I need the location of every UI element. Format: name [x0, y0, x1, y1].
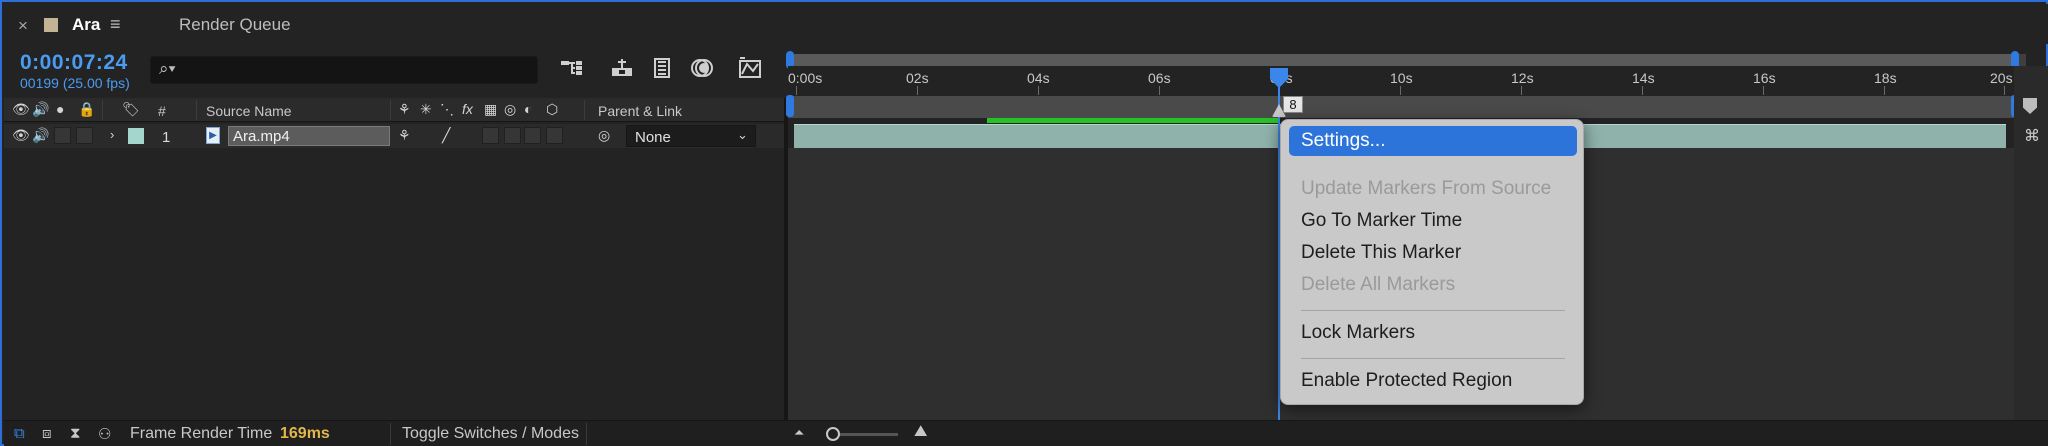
- ruler-tick-label: 02s: [906, 70, 929, 86]
- collapse-switch-icon[interactable]: ✳: [420, 101, 432, 118]
- composition-color-swatch: [44, 18, 58, 32]
- layer-name-field[interactable]: Ara.mp4: [228, 126, 390, 146]
- chevron-down-icon: ⌄: [737, 127, 748, 142]
- menu-item-settings[interactable]: Settings...: [1289, 126, 1577, 156]
- layer-switch-box[interactable]: [482, 127, 499, 144]
- menu-separator: [1301, 310, 1565, 311]
- frame-blending-icon[interactable]: [648, 56, 676, 82]
- timeline-bottom-bar: ⧉ ⧈ ⧗ ⚇ Frame Render Time 169ms Toggle S…: [4, 420, 2048, 446]
- effects-switch-icon[interactable]: fx: [462, 101, 473, 117]
- ruler-tick-label: 0:00s: [788, 70, 823, 86]
- ruler-tick-label: 06s: [1148, 70, 1171, 86]
- cache-indicator: [987, 118, 1279, 123]
- video-toggle-icon[interactable]: 👁: [12, 101, 30, 118]
- parent-dropdown[interactable]: None ⌄: [626, 125, 756, 147]
- panel-menu-icon[interactable]: ≡: [110, 14, 121, 35]
- menu-separator: [1301, 358, 1565, 359]
- frame-render-time-value: 169ms: [280, 425, 330, 442]
- transfer-controls-toggle-icon[interactable]: ⧈: [42, 425, 52, 442]
- search-icon: ⌕▾: [159, 59, 176, 78]
- layer-switch-box[interactable]: [546, 127, 563, 144]
- close-tab-icon[interactable]: ×: [18, 16, 28, 36]
- label-tag-icon[interactable]: 🏷: [122, 101, 140, 118]
- layer-lock-box[interactable]: [76, 127, 93, 144]
- tab-ara[interactable]: Ara: [72, 15, 100, 35]
- shy-switch-icon[interactable]: ⚘: [398, 101, 411, 118]
- ruler-tick-label: 04s: [1027, 70, 1050, 86]
- layer-switch-box[interactable]: [504, 127, 521, 144]
- menu-item-enable-protected-region[interactable]: Enable Protected Region: [1289, 366, 1577, 396]
- 3d-layer-switch-icon[interactable]: ⬡: [546, 101, 558, 118]
- time-navigator-range[interactable]: [792, 54, 2018, 66]
- quality-switch-icon[interactable]: ⋱: [440, 101, 454, 118]
- comp-flowchart-toggle-icon[interactable]: ⌘: [2024, 126, 2040, 146]
- draft-3d-icon[interactable]: [608, 56, 636, 82]
- expand-layer-chevron-icon[interactable]: ›: [110, 127, 114, 142]
- toggle-switches-modes-button[interactable]: Toggle Switches / Modes: [402, 425, 579, 443]
- zoom-in-icon[interactable]: ⛰: [914, 423, 927, 441]
- search-input[interactable]: ⌕▾: [150, 56, 538, 84]
- panel-tab-bar: × Ara ≡ Render Queue: [4, 4, 2048, 44]
- timeline-panel: × Ara ≡ Render Queue 0:00:07:24 00199 (2…: [0, 0, 2048, 446]
- motion-blur-icon[interactable]: [688, 56, 716, 82]
- ruler-tick-label: 10s: [1390, 70, 1413, 86]
- frame-render-time-label: Frame Render Time: [130, 425, 273, 442]
- layer-audio-toggle-icon[interactable]: 🔊: [32, 127, 49, 144]
- menu-item-go-to-marker-time[interactable]: Go To Marker Time: [1289, 206, 1577, 236]
- layer-quality-switch-icon[interactable]: ╱: [442, 127, 450, 144]
- layer-row[interactable]: 👁 🔊 › 1 ▶ Ara.mp4 ⚘ ╱ ◎ None ⌄: [4, 124, 786, 148]
- layer-video-toggle-icon[interactable]: 👁: [12, 127, 30, 144]
- motion-blur-switch-icon[interactable]: ◎: [504, 101, 516, 118]
- composition-flowchart-icon[interactable]: [558, 56, 586, 82]
- layer-solo-box[interactable]: [54, 127, 71, 144]
- work-area-bar[interactable]: [788, 96, 2014, 118]
- parent-link-header[interactable]: Parent & Link: [598, 103, 682, 119]
- layer-shy-switch-icon[interactable]: ⚘: [398, 127, 411, 144]
- ruler-tick-label: 14s: [1632, 70, 1655, 86]
- menu-item-lock-markers[interactable]: Lock Markers: [1289, 318, 1577, 348]
- frame-blend-switch-icon[interactable]: ▦: [484, 101, 497, 118]
- layer-switch-box[interactable]: [524, 127, 541, 144]
- ruler-tick-label: 16s: [1753, 70, 1776, 86]
- source-name-header[interactable]: Source Name: [206, 103, 292, 119]
- layer-switches-toggle-icon[interactable]: ⧉: [14, 425, 25, 442]
- timeline-zoom-slider[interactable]: [834, 433, 898, 436]
- layer-label-color-swatch[interactable]: [128, 128, 144, 144]
- marker-context-menu: Settings... Update Markers From Source G…: [1280, 119, 1584, 405]
- ruler-tick-label: 12s: [1511, 70, 1534, 86]
- menu-item-delete-this-marker[interactable]: Delete This Marker: [1289, 238, 1577, 268]
- ruler-tick-label: 18s: [1874, 70, 1897, 86]
- tab-render-queue[interactable]: Render Queue: [179, 15, 291, 35]
- parent-pick-whip-icon[interactable]: ◎: [598, 127, 610, 144]
- layer-number-header: #: [158, 103, 166, 119]
- timeline-zoom-slider-handle[interactable]: [826, 427, 840, 441]
- footage-file-icon: ▶: [206, 127, 220, 144]
- work-area-start-handle[interactable]: [786, 95, 794, 117]
- adjustment-layer-switch-icon[interactable]: ◐: [524, 101, 532, 117]
- lock-icon[interactable]: 🔒: [78, 101, 95, 118]
- parent-dropdown-value: None: [635, 129, 671, 146]
- marker-label[interactable]: 8: [1283, 96, 1303, 113]
- timeline-right-strip: [2014, 66, 2048, 420]
- ruler-tick-label: 20s: [1990, 70, 2013, 86]
- audio-toggle-icon[interactable]: 🔊: [32, 101, 49, 118]
- current-time-display[interactable]: 0:00:07:24: [20, 51, 128, 75]
- menu-item-update-markers-from-source: Update Markers From Source: [1301, 178, 1552, 199]
- layer-name: Ara.mp4: [233, 128, 290, 145]
- render-time-toggle-icon[interactable]: ⚇: [98, 425, 111, 443]
- solo-icon[interactable]: ●: [56, 101, 64, 117]
- zoom-out-icon[interactable]: ⏶: [794, 425, 804, 441]
- graph-editor-icon[interactable]: [736, 56, 764, 82]
- layer-list-area: [4, 148, 784, 420]
- layer-column-header: 👁 🔊 ● 🔒 🏷 # Source Name ⚘ ✳ ⋱ fx ▦ ◎ ◐ ⬡…: [4, 98, 786, 122]
- menu-item-delete-all-markers: Delete All Markers: [1301, 274, 1456, 295]
- frame-count-display: 00199 (25.00 fps): [20, 75, 130, 91]
- layer-number: 1: [162, 129, 171, 146]
- in-out-duration-toggle-icon[interactable]: ⧗: [70, 425, 81, 442]
